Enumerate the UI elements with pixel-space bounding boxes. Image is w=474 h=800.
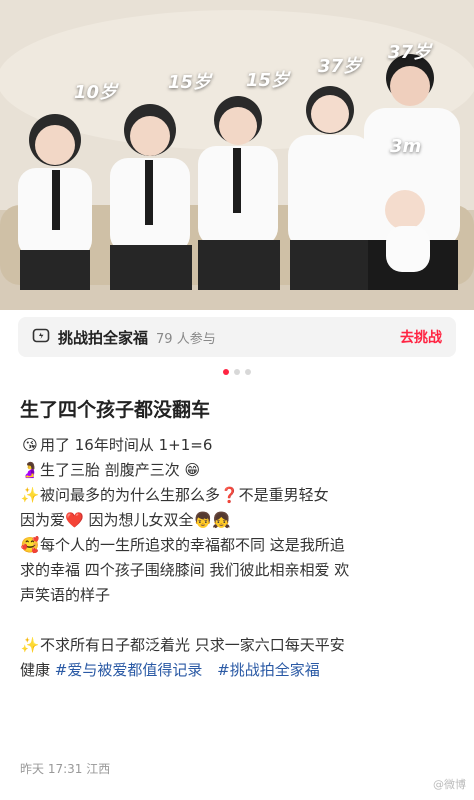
post-body: 😘 用了 16年时间从 1+1=6 🤰生了三胎 剖腹产三次 😁 ✨被问最多的为什么… [20,433,460,683]
post-line: 因为爱❤️ 因为想儿女双全👦👧 [20,508,460,533]
hashtag-link[interactable]: #爱与被爱都值得记录 [55,661,203,679]
post-line-text: 因为爱❤️ 因为想儿女双全👦👧 [20,511,231,529]
post-line: ✨不求所有日子都泛着光 只求一家六口每天平安 [20,633,460,658]
join-challenge-button[interactable]: 去挑战 [400,327,442,347]
age-label-child-1: 10岁 [74,82,118,103]
watermark: @微博 [433,778,466,791]
post-line-text: 生了三胎 剖腹产三次 😁 [40,461,201,479]
post-line: ✨被问最多的为什么生那么多❓不是重男轻女 [20,483,460,508]
post-photo[interactable]: 10岁 15岁 15岁 37岁 37岁 3m [0,0,474,310]
post-line: 声笑语的样子 [20,583,460,608]
post-line-text: 健康 [20,661,51,679]
age-label-father: 37岁 [388,42,432,63]
age-label-baby: 3m [390,136,422,157]
carousel-dot-active[interactable] [223,369,229,375]
age-label-mother: 37岁 [318,56,362,77]
kiss-emoji-icon: 😘 [22,436,38,454]
post-line: 健康 #爱与被爱都值得记录 #挑战拍全家福 [20,658,460,683]
challenge-title: 挑战拍全家福 [58,328,149,347]
age-label-child-3: 15岁 [246,70,290,91]
pregnant-emoji-icon: 🤰 [20,461,40,479]
camera-challenge-icon [32,326,50,348]
post-title: 生了四个孩子都没翻车 [20,399,211,421]
challenge-participant-count: 79 人参与 [156,331,216,347]
post-timestamp-location: 昨天 17:31 江西 [20,762,111,776]
post-line: 求的幸福 四个孩子围绕膝间 我们彼此相亲相爱 欢 [20,558,460,583]
hashtag-link[interactable]: #挑战拍全家福 [217,661,320,679]
post-line-text: 每个人的一生所追求的幸福都不同 这是我所追 [40,536,345,554]
post-line-text: 不求所有日子都泛着光 只求一家六口每天平安 [40,636,345,654]
post-line-text: 被问最多的为什么生那么多❓不是重男轻女 [40,486,329,504]
carousel-dot[interactable] [245,369,251,375]
post-line: 🤰生了三胎 剖腹产三次 😁 [20,458,460,483]
sparkles-emoji-icon: ✨ [20,636,40,654]
challenge-banner[interactable]: 挑战拍全家福 79 人参与 去挑战 [18,317,456,357]
post-line-text: 用了 16年时间从 1+1=6 [40,436,213,454]
post-line: 😘 用了 16年时间从 1+1=6 [20,433,460,458]
smiling-hearts-emoji-icon: 🥰 [20,536,40,554]
carousel-indicator [0,369,474,375]
age-label-child-2: 15岁 [168,72,212,93]
carousel-dot[interactable] [234,369,240,375]
post-line-text: 求的幸福 四个孩子围绕膝间 我们彼此相亲相爱 欢 [20,561,350,579]
post-line: 🥰每个人的一生所追求的幸福都不同 这是我所追 [20,533,460,558]
post-line-text: 声笑语的样子 [20,586,111,604]
sparkles-emoji-icon: ✨ [20,486,40,504]
